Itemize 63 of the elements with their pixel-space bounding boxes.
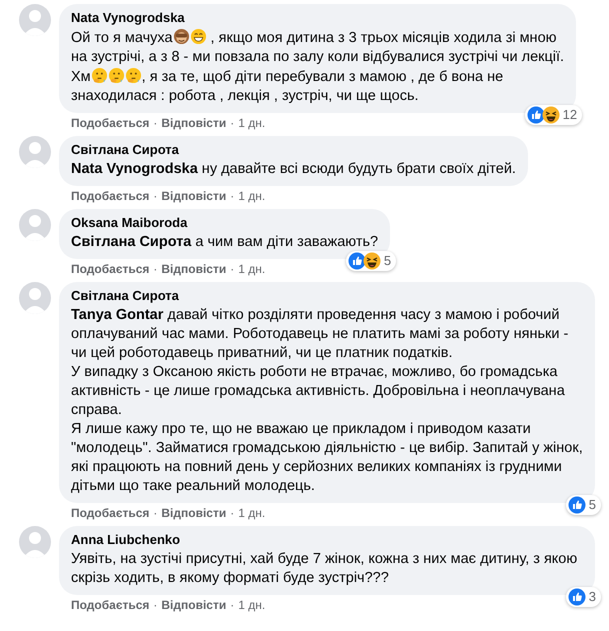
separator: · (153, 506, 158, 521)
timestamp: 1 дн. (238, 598, 266, 613)
reply-link[interactable]: Відповісти (161, 262, 226, 277)
comment-text: Ой то я мачуха (71, 30, 173, 46)
timestamp: 1 дн. (238, 116, 266, 131)
separator: · (230, 506, 234, 521)
avatar[interactable] (19, 526, 51, 558)
author-name[interactable]: Anna Liubchenko (71, 532, 583, 548)
timestamp: 1 дн. (238, 262, 266, 277)
reaction-badge[interactable]: 12 (524, 105, 582, 125)
comment-text: знаходилася : робота , лекція , зустріч, чи ще щось. (71, 88, 419, 104)
separator: · (230, 116, 234, 131)
like-link[interactable]: Подобається (71, 506, 150, 521)
avatar[interactable] (19, 282, 51, 314)
separator: · (230, 262, 234, 277)
comment-text: У випадку з Оксаною якість роботи не втрачає, можливо, бо громадська активність - це лише громадська активність. Добровільна і неоплачувана справа. (71, 364, 565, 418)
comment-text: Уявіть, на зустічі присутні, хай буде 7 жінок, кожна з них має дитину, з якою скрізь ходить, в якому форматі буде зустріч??? (71, 551, 578, 586)
author-name[interactable]: Nata Vynogrodska (71, 10, 564, 26)
grinning-emoji-icon (190, 28, 207, 45)
like-link[interactable]: Подобається (71, 116, 150, 131)
comment-text: Я лише кажу про те, що не вважаю це прикладом і приводом казати "молодець". Займатися громадською діяльністю - це вибір. Запитай у жінок, які працюють на повний день у серйозних великих компаніях із грудними дітьми що таке реальний молодець. (71, 421, 583, 494)
reaction-badge[interactable]: 3 (566, 587, 601, 607)
comment-text: Tanya Gontar давай чітко розділяти проведення часу з мамою і робочий оплачуваний час мами. Роботодавець не платить мамі за роботу няньки - чи цей роботодавець приватний, чи це платник податків. (71, 307, 568, 361)
reaction-count: 12 (562, 106, 578, 124)
separator: · (153, 262, 158, 277)
timestamp: 1 дн. (238, 189, 266, 204)
like-icon (348, 252, 366, 270)
reply-link[interactable]: Відповісти (161, 189, 226, 204)
laughing-face-icon (542, 106, 560, 124)
like-link[interactable]: Подобається (71, 189, 150, 204)
like-icon (568, 588, 586, 606)
reaction-badge[interactable]: 5 (566, 495, 601, 515)
reply-link[interactable]: Відповісти (161, 506, 226, 521)
reply-link[interactable]: Відповісти (161, 116, 226, 131)
avatar[interactable] (19, 136, 51, 168)
separator: · (153, 116, 158, 131)
separator: · (153, 598, 158, 613)
comment-text: Хм (71, 69, 91, 85)
monkey-emoji-icon (172, 28, 190, 45)
comment-text: , я за те, щоб діти перебували з мамою , де б вона не (142, 69, 504, 85)
author-name[interactable]: Oksana Maiboroda (71, 215, 378, 231)
reaction-count: 5 (384, 252, 392, 270)
reaction-count: 5 (588, 496, 596, 514)
like-icon (568, 496, 586, 514)
separator: · (230, 598, 234, 613)
avatar[interactable] (19, 4, 51, 36)
like-icon (526, 106, 545, 124)
comment-text: Nata Vynogrodska ну давайте всі всюди будуть брати своїх дітей. (71, 161, 516, 177)
comment-text: , якщо моя дитина з 3 трьох місяців ходила зі мною (210, 30, 557, 46)
laughing-face-icon (362, 252, 381, 270)
reply-link[interactable]: Відповісти (161, 598, 226, 613)
reaction-badge[interactable]: 5 (346, 251, 396, 271)
reaction-count: 3 (588, 588, 596, 606)
comment-text: на зустрічі, а з 8 - ми повзала по залу коли відбувалися зустрічі чи лекції. (71, 49, 564, 65)
like-link[interactable]: Подобається (71, 598, 150, 613)
separator: · (153, 189, 158, 204)
timestamp: 1 дн. (238, 506, 266, 521)
avatar[interactable] (19, 209, 51, 241)
author-name[interactable]: Світлана Сирота (71, 142, 516, 158)
like-link[interactable]: Подобається (71, 262, 150, 277)
separator: · (230, 189, 234, 204)
comment-text: Світлана Сирота а чим вам діти заважають? (71, 234, 378, 250)
author-name[interactable]: Світлана Сирота (71, 288, 583, 304)
